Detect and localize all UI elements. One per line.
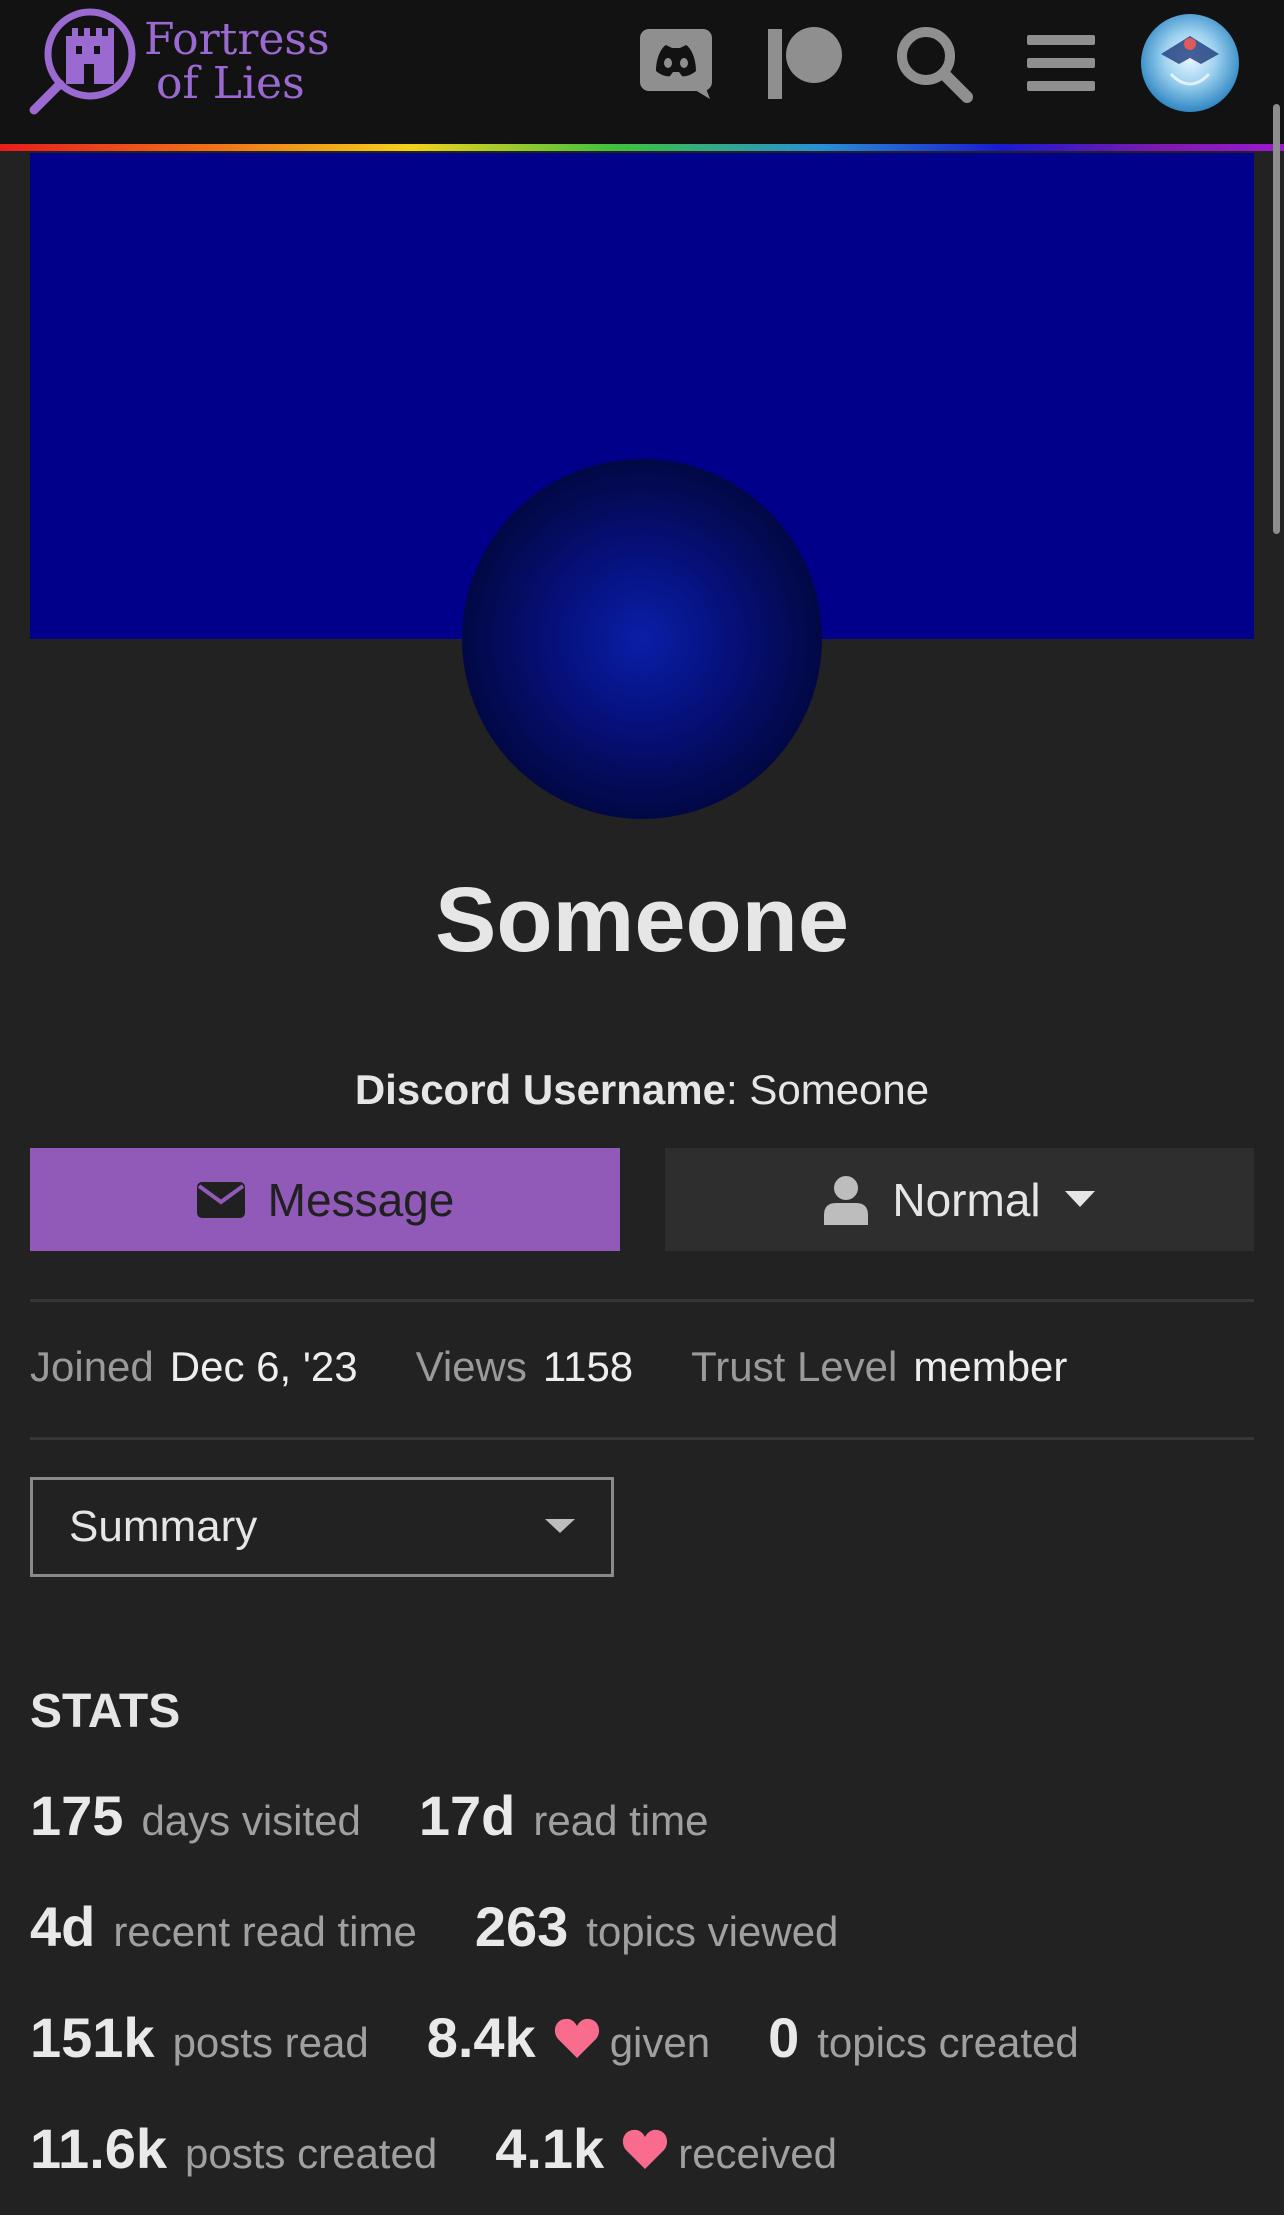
views-info: Views 1158 [416, 1343, 634, 1391]
stat-posts-created: 11.6k posts created [30, 2116, 437, 2181]
trust-level-value[interactable]: member [913, 1343, 1067, 1390]
stat-label: days visited [141, 1797, 361, 1844]
stat-likes-received[interactable]: 4.1k received [495, 2116, 837, 2181]
stat-value: 263 [474, 1895, 569, 1958]
divider [30, 1299, 1254, 1302]
heart-icon [554, 2018, 599, 2058]
stat-value: 4d [30, 1895, 96, 1958]
stats-row: 4d recent read time 263 topics viewed [30, 1894, 896, 1959]
castle-magnifier-icon [29, 8, 136, 115]
stat-value: 8.4k [426, 2006, 536, 2069]
stat-value: 4.1k [495, 2117, 605, 2180]
patreon-icon[interactable] [760, 20, 846, 106]
stat-label: topics viewed [586, 1908, 839, 1955]
notification-level-button[interactable]: Normal [665, 1148, 1254, 1251]
profile-username: Someone [434, 869, 850, 971]
joined-info: Joined Dec 6, '23 [30, 1343, 358, 1391]
discord-icon[interactable] [633, 20, 719, 106]
stat-value: 151k [30, 2006, 155, 2069]
discord-username-label: Discord Username [354, 1066, 726, 1113]
header-rainbow-bar [0, 144, 1284, 151]
search-icon[interactable] [890, 20, 976, 106]
profile-meta: Joined Dec 6, '23 Views 1158 Trust Level me… [30, 1343, 1125, 1391]
site-header: Fortress of Lies [0, 0, 1284, 144]
views-value: 1158 [542, 1343, 634, 1390]
profile-section-select[interactable]: Summary [30, 1477, 614, 1577]
discord-username-separator: : [726, 1066, 750, 1113]
heart-icon [623, 2129, 668, 2169]
stat-label: given [609, 2019, 711, 2066]
stat-topics-viewed: 263 topics viewed [475, 1894, 839, 1959]
stat-label: posts created [185, 2130, 438, 2177]
stat-value: 11.6k [30, 2117, 168, 2180]
stat-recent-read-time: 4d recent read time [30, 1894, 417, 1959]
stat-posts-read: 151k posts read [30, 2005, 369, 2070]
stat-value: 17d [418, 1784, 516, 1847]
stat-label: received [678, 2130, 837, 2177]
caret-down-icon [545, 1519, 575, 1533]
user-icon [824, 1175, 869, 1225]
stats-row: 151k posts read 8.4k given 0 topics crea… [30, 2005, 1137, 2070]
joined-value: Dec 6, '23 [169, 1343, 358, 1390]
joined-label: Joined [30, 1343, 154, 1390]
stat-label: read time [533, 1797, 709, 1844]
caret-down-icon [1064, 1190, 1095, 1207]
stat-days-visited: 175 days visited [30, 1783, 361, 1848]
stat-label: posts read [172, 2019, 369, 2066]
stats-row: 11.6k posts created 4.1k received [30, 2116, 895, 2181]
stat-label: recent read time [113, 1908, 417, 1955]
stats-heading: STATS [30, 1685, 181, 1738]
trust-level-label: Trust Level [691, 1343, 898, 1390]
user-avatar[interactable] [1141, 14, 1239, 112]
envelope-icon [196, 1181, 245, 1218]
stat-value: 175 [30, 1784, 124, 1847]
hamburger-menu-icon[interactable] [1018, 20, 1104, 106]
stats-row: 175 days visited 17d read time [30, 1783, 766, 1848]
message-button[interactable]: Message [30, 1148, 620, 1251]
views-label: Views [415, 1343, 527, 1390]
discord-username-value: Someone [749, 1066, 930, 1113]
profile-section-selected: Summary [69, 1502, 258, 1551]
stat-likes-given[interactable]: 8.4k given [427, 2005, 710, 2070]
profile-avatar[interactable] [462, 459, 822, 819]
stat-topics-created: 0 topics created [768, 2005, 1079, 2070]
divider [30, 1437, 1254, 1440]
page-scrollbar[interactable] [1273, 104, 1280, 534]
stat-value: 0 [768, 2006, 800, 2069]
logo-wordmark: Fortress of Lies [144, 18, 330, 106]
logo-line-2: of Lies [156, 58, 305, 109]
stat-label: topics created [817, 2019, 1079, 2066]
site-logo[interactable]: Fortress of Lies [28, 6, 348, 116]
notification-level-label: Normal [892, 1173, 1041, 1226]
stat-read-time: 17d read time [419, 1783, 709, 1848]
trust-level-info: Trust Level member [691, 1343, 1067, 1391]
message-button-label: Message [267, 1173, 455, 1226]
discord-username-field: Discord Username: Someone [0, 1066, 1284, 1114]
